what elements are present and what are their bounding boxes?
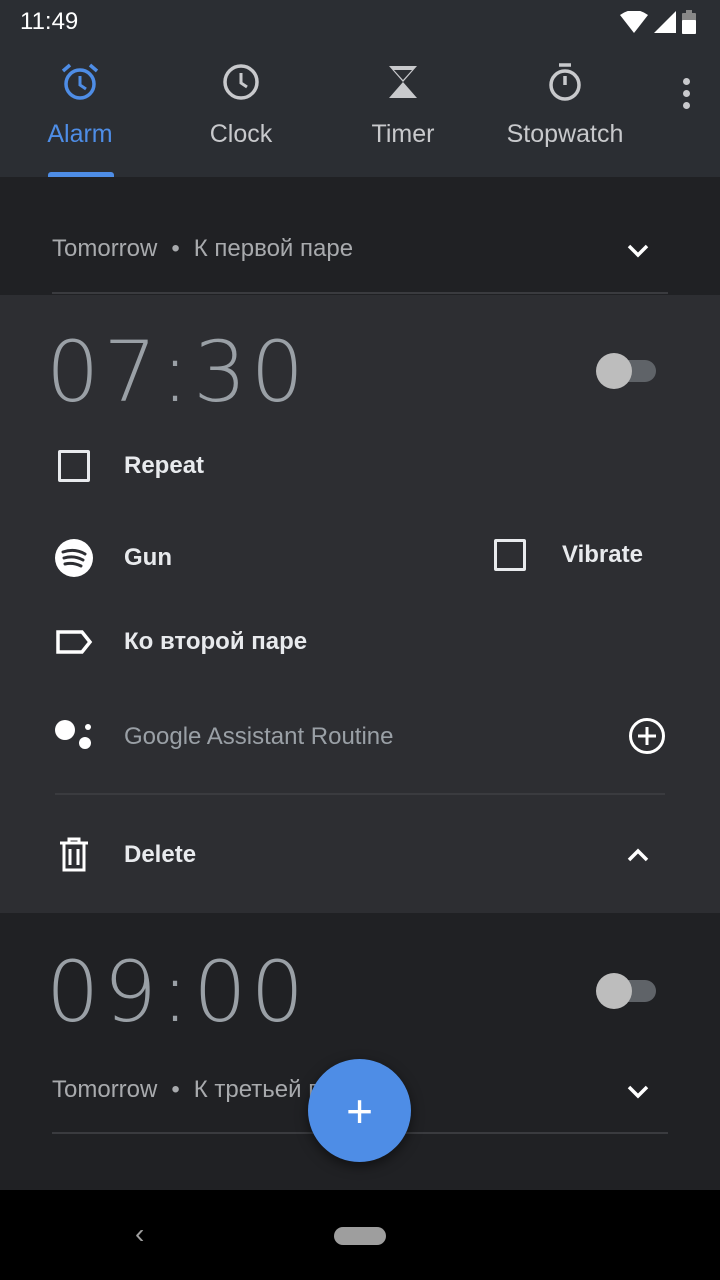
alarm-toggle[interactable] [596, 973, 656, 1009]
tab-label: Clock [209, 120, 273, 148]
trash-icon [60, 837, 88, 872]
delete-row[interactable]: Delete [52, 837, 196, 873]
active-tab-indicator [48, 172, 114, 177]
google-assistant-icon [55, 720, 91, 749]
alarm-time[interactable]: 07:30 [46, 323, 308, 421]
home-button[interactable] [334, 1227, 386, 1245]
repeat-row[interactable]: Repeat [52, 450, 204, 482]
repeat-checkbox[interactable] [58, 450, 90, 482]
sound-label: Gun [124, 544, 172, 571]
tab-label: Stopwatch [506, 120, 624, 148]
delete-label: Delete [124, 841, 197, 868]
label-icon [56, 630, 93, 654]
alarm-card[interactable]: Tomorrow • К первой паре [0, 177, 720, 295]
add-alarm-button[interactable]: + [308, 1059, 411, 1162]
tab-bar: Alarm Clock Timer Stopwatch [0, 44, 720, 177]
hourglass-icon [389, 66, 417, 98]
add-circle-icon[interactable] [628, 717, 666, 755]
assistant-label: Google Assistant Routine [124, 723, 394, 750]
alarm-day: Tomorrow [52, 235, 158, 262]
vibrate-checkbox[interactable] [494, 539, 526, 571]
separator: • [171, 235, 180, 262]
divider [55, 793, 665, 795]
back-button[interactable]: ‹ [135, 1218, 144, 1250]
tab-label: Timer [371, 120, 435, 148]
separator: • [171, 1076, 180, 1103]
tab-alarm[interactable]: Alarm [0, 62, 160, 149]
wifi-icon [620, 11, 648, 33]
stopwatch-icon [549, 63, 581, 101]
alarm-summary: Tomorrow • К первой паре [52, 235, 353, 263]
status-time: 11:49 [20, 8, 79, 35]
tab-stopwatch[interactable]: Stopwatch [485, 62, 645, 149]
repeat-label: Repeat [124, 452, 205, 479]
chevron-up-icon[interactable] [626, 847, 650, 863]
signal-icon [654, 11, 676, 33]
tab-clock[interactable]: Clock [161, 62, 321, 149]
status-bar: 11:49 [0, 0, 720, 44]
more-options-icon[interactable] [683, 78, 690, 109]
vibrate-label: Vibrate [562, 541, 643, 568]
vibrate-row[interactable]: Vibrate [494, 539, 643, 571]
alarm-day: Tomorrow [52, 1076, 158, 1103]
assistant-row[interactable]: Google Assistant Routine [52, 717, 394, 757]
tab-label: Alarm [47, 120, 113, 148]
spotify-icon [55, 539, 93, 577]
chevron-down-icon[interactable] [626, 1084, 650, 1100]
tab-timer[interactable]: Timer [323, 62, 483, 149]
alarm-label: К первой паре [193, 235, 354, 262]
chevron-down-icon[interactable] [626, 243, 650, 259]
navigation-bar: ‹ [0, 1190, 720, 1280]
alarm-icon [61, 63, 99, 100]
alarm-card-expanded: 07:30 Repeat Gun Vibrate Ко второй паре … [0, 295, 720, 913]
label-row[interactable]: Ко второй паре [52, 628, 307, 656]
alarm-toggle[interactable] [596, 353, 656, 389]
divider [52, 292, 668, 294]
battery-icon [682, 10, 696, 34]
alarm-label: Ко второй паре [124, 628, 308, 655]
clock-icon [223, 64, 259, 100]
sound-row[interactable]: Gun [52, 539, 172, 577]
alarm-time[interactable]: 09:00 [46, 943, 308, 1041]
